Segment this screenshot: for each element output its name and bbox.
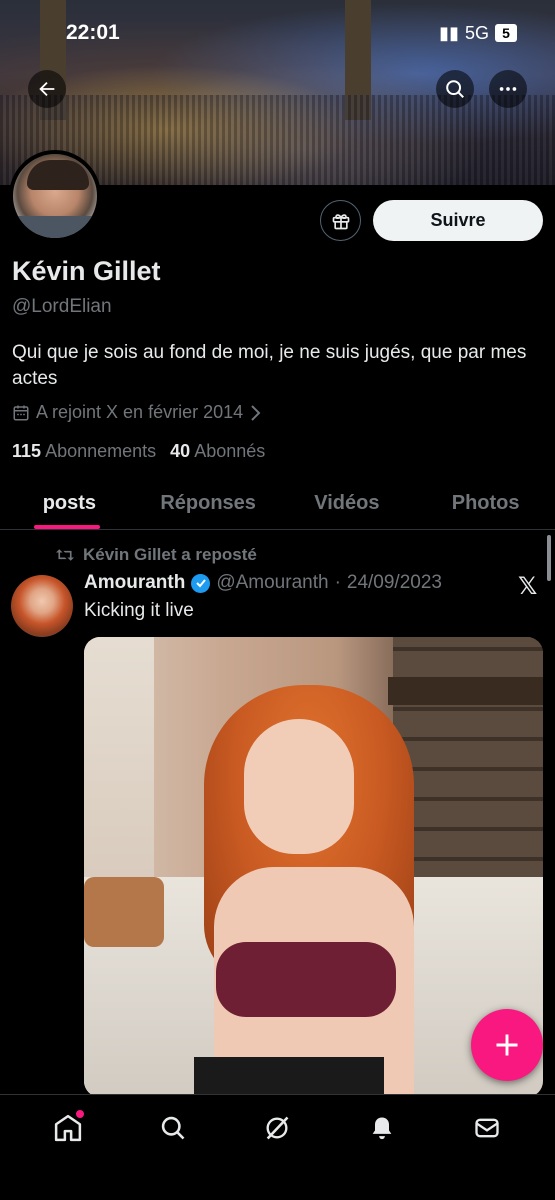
notification-dot xyxy=(76,1109,85,1118)
profile-avatar[interactable] xyxy=(9,150,101,242)
tab-videos[interactable]: Vidéos xyxy=(278,478,417,529)
post-separator: · xyxy=(334,572,341,593)
repost-icon xyxy=(56,549,74,561)
following-link[interactable]: 115 Abonnements xyxy=(12,441,156,462)
nav-search[interactable] xyxy=(145,1100,201,1156)
status-time: 22:01 xyxy=(66,21,120,44)
post-date[interactable]: 24/09/2023 xyxy=(347,572,442,594)
search-icon xyxy=(161,1116,185,1139)
join-date[interactable]: A rejoint X en février 2014 xyxy=(12,402,263,423)
network-label: 5G xyxy=(464,22,489,43)
profile-tabs: posts Réponses Vidéos Photos xyxy=(0,478,555,530)
back-button[interactable] xyxy=(28,70,66,108)
bottom-navigation xyxy=(0,1094,555,1160)
join-date-text: A rejoint X en février 2014 xyxy=(36,402,244,422)
x-logo-icon: 𝕏 xyxy=(518,573,538,600)
tab-replies[interactable]: Réponses xyxy=(139,478,278,529)
nav-notifications[interactable] xyxy=(354,1100,410,1156)
search-icon xyxy=(446,80,464,98)
gift-button[interactable] xyxy=(320,200,361,241)
profile-handle: @LordElian xyxy=(12,296,112,317)
compose-button[interactable] xyxy=(471,1009,543,1081)
calendar-icon xyxy=(13,405,29,420)
scrollbar[interactable] xyxy=(547,535,551,581)
more-button[interactable] xyxy=(489,70,527,108)
nav-home[interactable] xyxy=(40,1100,96,1156)
followers-count: 40 xyxy=(170,441,191,461)
chevron-right-icon xyxy=(251,404,261,421)
gift-icon xyxy=(332,213,349,229)
post-author-handle[interactable]: @Amouranth xyxy=(216,572,328,594)
verified-badge-icon xyxy=(191,573,211,593)
followers-label: Abonnés xyxy=(194,441,266,461)
tab-posts[interactable]: posts xyxy=(0,478,139,529)
signal-icon: ▮▮ xyxy=(439,22,459,43)
post-text: Kicking it live xyxy=(84,600,194,621)
tab-photos[interactable]: Photos xyxy=(416,478,555,529)
following-count: 115 xyxy=(12,441,42,461)
follow-stats: 115 Abonnements 40 Abonnés xyxy=(12,441,265,462)
nav-grok[interactable] xyxy=(249,1100,305,1156)
battery-icon: 5 xyxy=(495,24,517,42)
more-icon xyxy=(499,87,517,91)
post-header: Amouranth @Amouranth · 24/09/2023 xyxy=(84,572,442,594)
repost-text: Kévin Gillet a reposté xyxy=(83,545,257,564)
plus-icon xyxy=(496,1034,518,1056)
following-label: Abonnements xyxy=(45,441,157,461)
grok-icon xyxy=(266,1116,289,1139)
nav-messages[interactable] xyxy=(459,1100,515,1156)
profile-name: Kévin Gillet xyxy=(12,256,161,286)
followers-link[interactable]: 40 Abonnés xyxy=(170,441,265,462)
repost-indicator: Kévin Gillet a reposté xyxy=(55,545,257,565)
post-author-avatar[interactable] xyxy=(11,575,73,637)
messages-icon xyxy=(475,1118,499,1137)
notifications-icon xyxy=(372,1117,392,1139)
status-bar: 22:01 ▮▮ 5G 5 xyxy=(0,18,555,48)
search-button[interactable] xyxy=(436,70,474,108)
profile-bio: Qui que je sois au fond de moi, je ne su… xyxy=(12,342,527,389)
follow-button[interactable]: Suivre xyxy=(373,200,543,241)
post-author-name[interactable]: Amouranth xyxy=(84,572,185,594)
back-arrow-icon xyxy=(39,81,55,97)
